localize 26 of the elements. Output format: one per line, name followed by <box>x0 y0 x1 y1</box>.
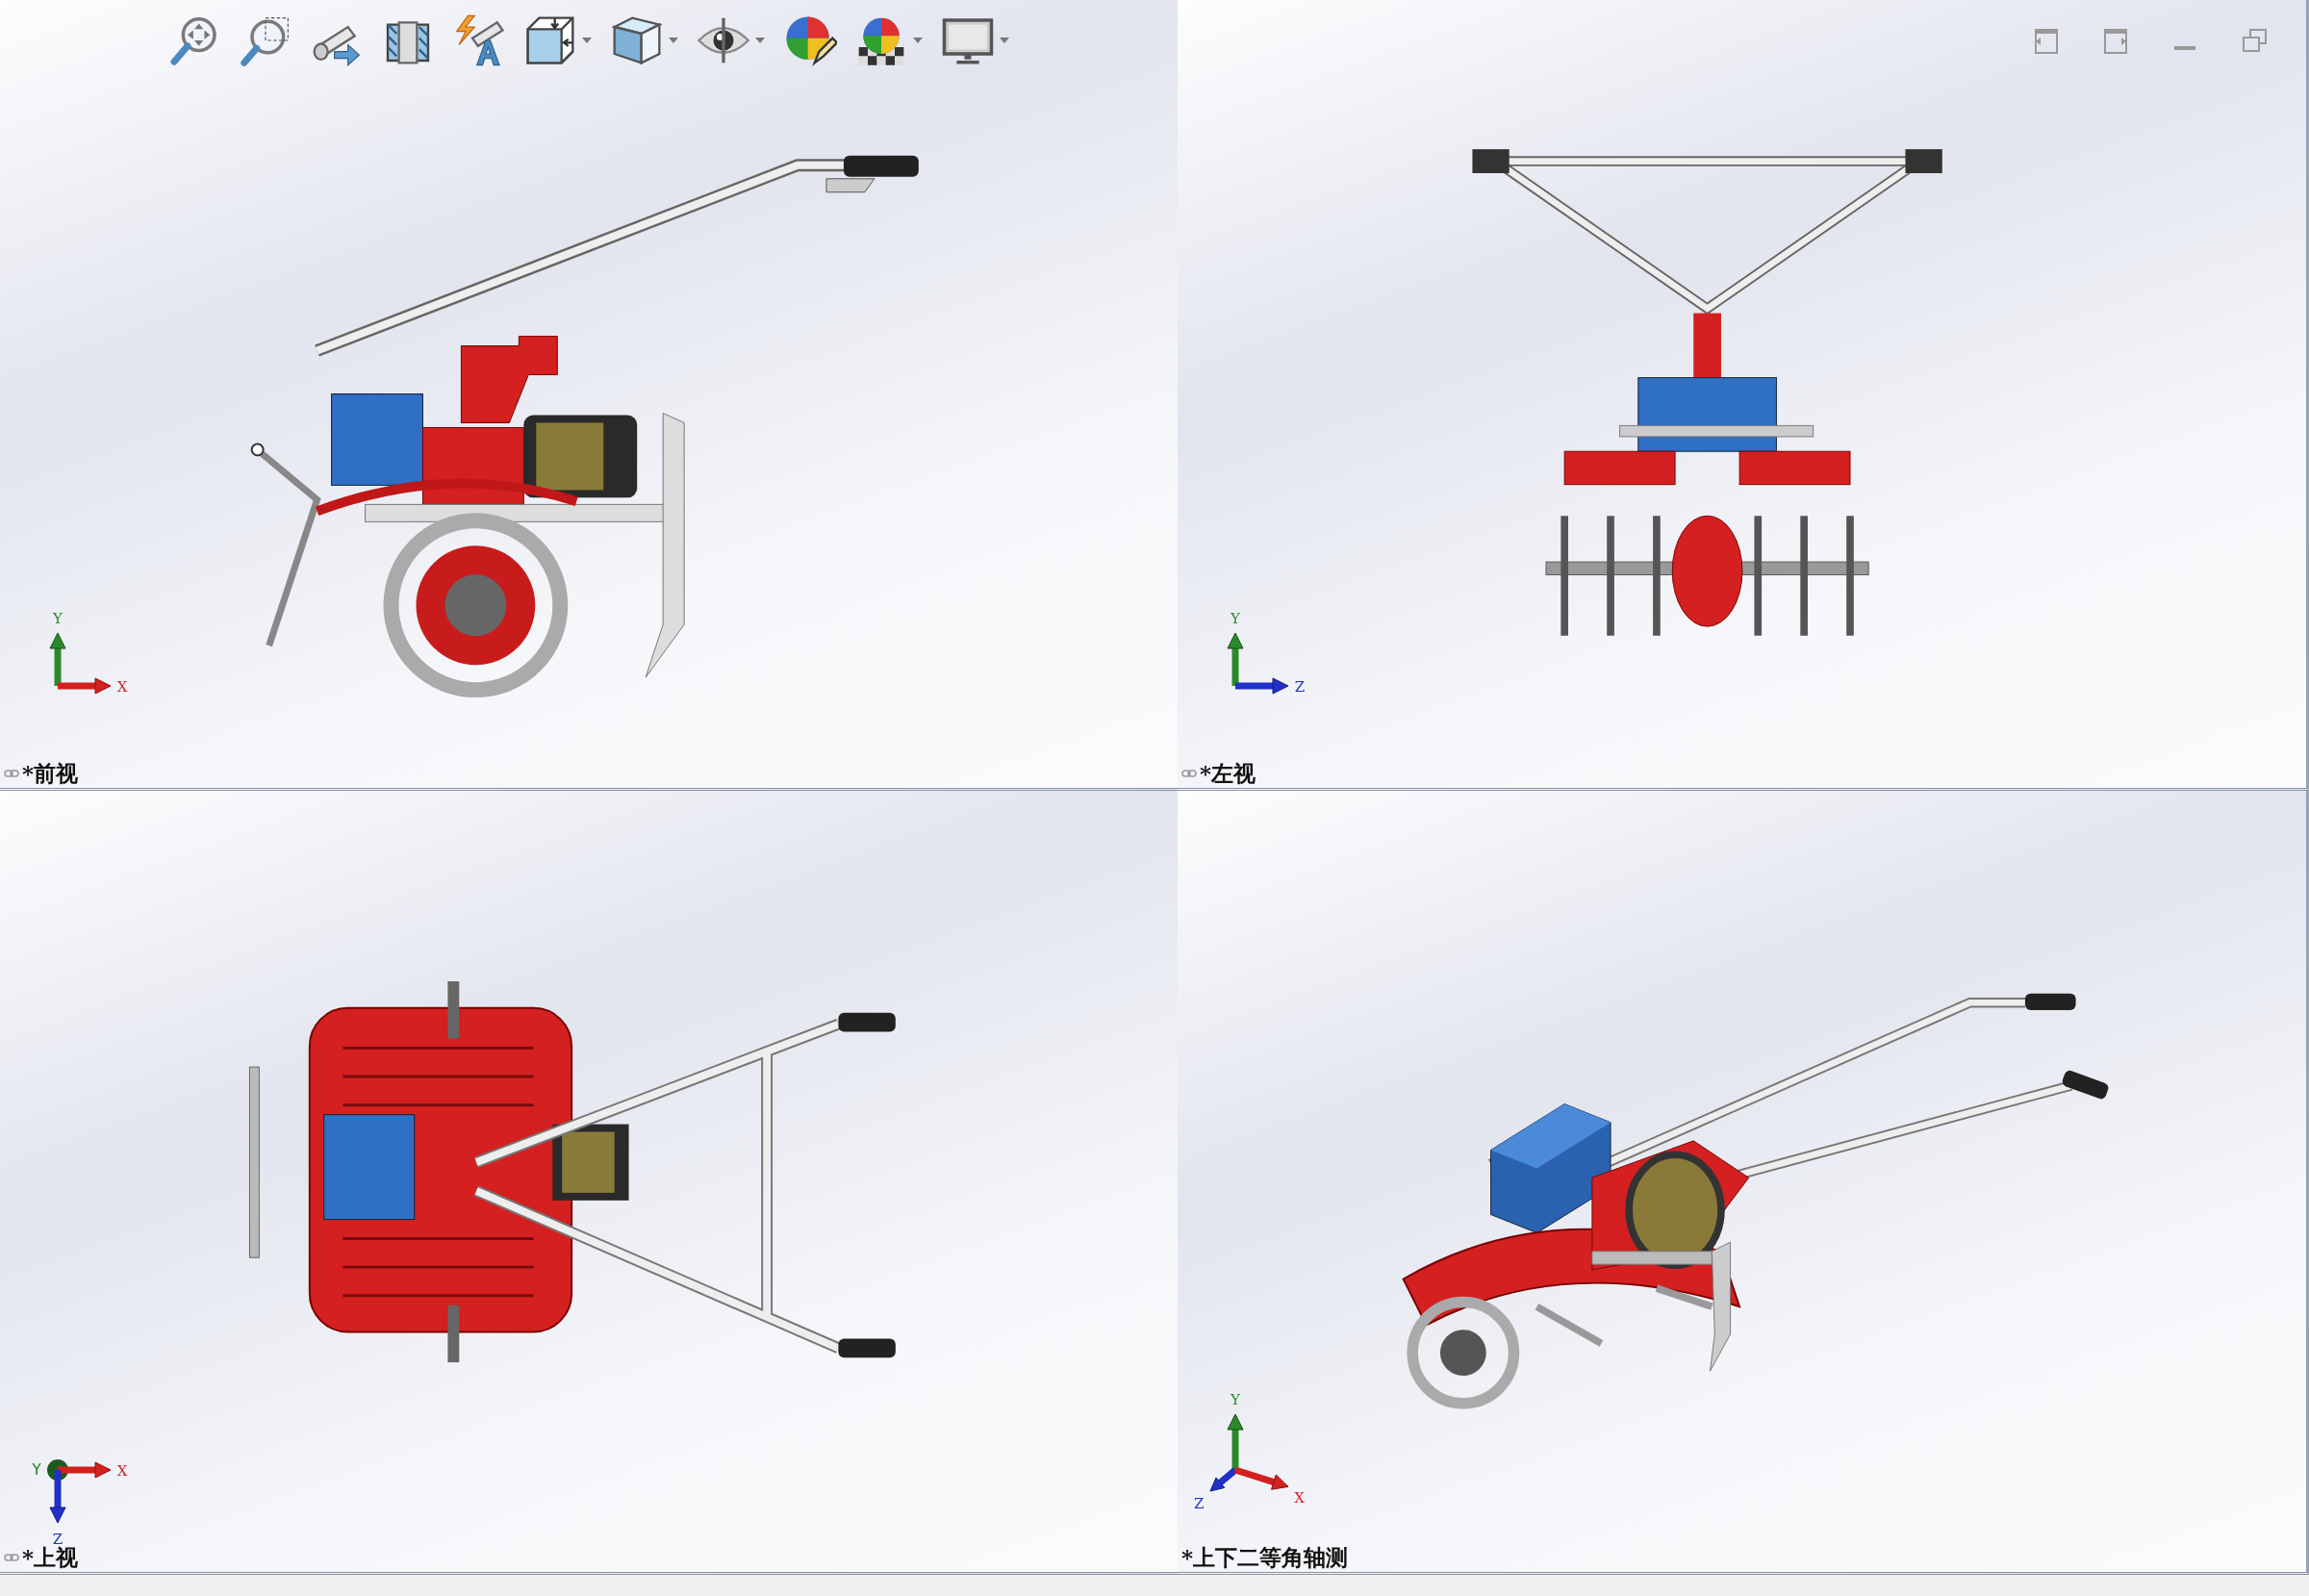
tile-right-icon[interactable] <box>2102 27 2129 54</box>
axis-label: Z <box>1194 1495 1205 1513</box>
view-name-label: *左视 <box>1200 760 1256 787</box>
view-name-label: *上视 <box>22 1544 79 1571</box>
view-name-label: *上下二等角轴测 <box>1181 1544 1349 1571</box>
axis-label: Y <box>1231 610 1240 627</box>
graphics-viewport[interactable]: Y X *前视 <box>0 0 1178 791</box>
view-name-label: *前视 <box>22 760 79 787</box>
axis-label: Y <box>32 1461 41 1479</box>
axis-label: Y <box>53 610 63 627</box>
origin-marker <box>47 1459 68 1481</box>
caret-icon[interactable] <box>999 37 1010 44</box>
caret-icon[interactable] <box>668 37 679 44</box>
axis-label: Z <box>1294 678 1306 696</box>
graphics-viewport[interactable]: Y Z *左视 <box>1178 0 2309 791</box>
axis-label: X <box>116 678 128 696</box>
restore-icon[interactable] <box>2241 27 2268 54</box>
axis-label: Y <box>1231 1391 1240 1408</box>
axis-label: X <box>116 1462 128 1480</box>
graphics-viewport[interactable]: Y Z X *上下二等角轴测 <box>1178 791 2309 1575</box>
axis-label: X <box>1294 1488 1305 1507</box>
caret-icon[interactable] <box>912 37 924 44</box>
graphics-viewport[interactable]: Y X Z *上视 <box>0 791 1178 1575</box>
caret-icon[interactable] <box>754 37 766 44</box>
caret-icon[interactable] <box>581 37 593 44</box>
tile-left-icon[interactable] <box>2033 27 2060 54</box>
